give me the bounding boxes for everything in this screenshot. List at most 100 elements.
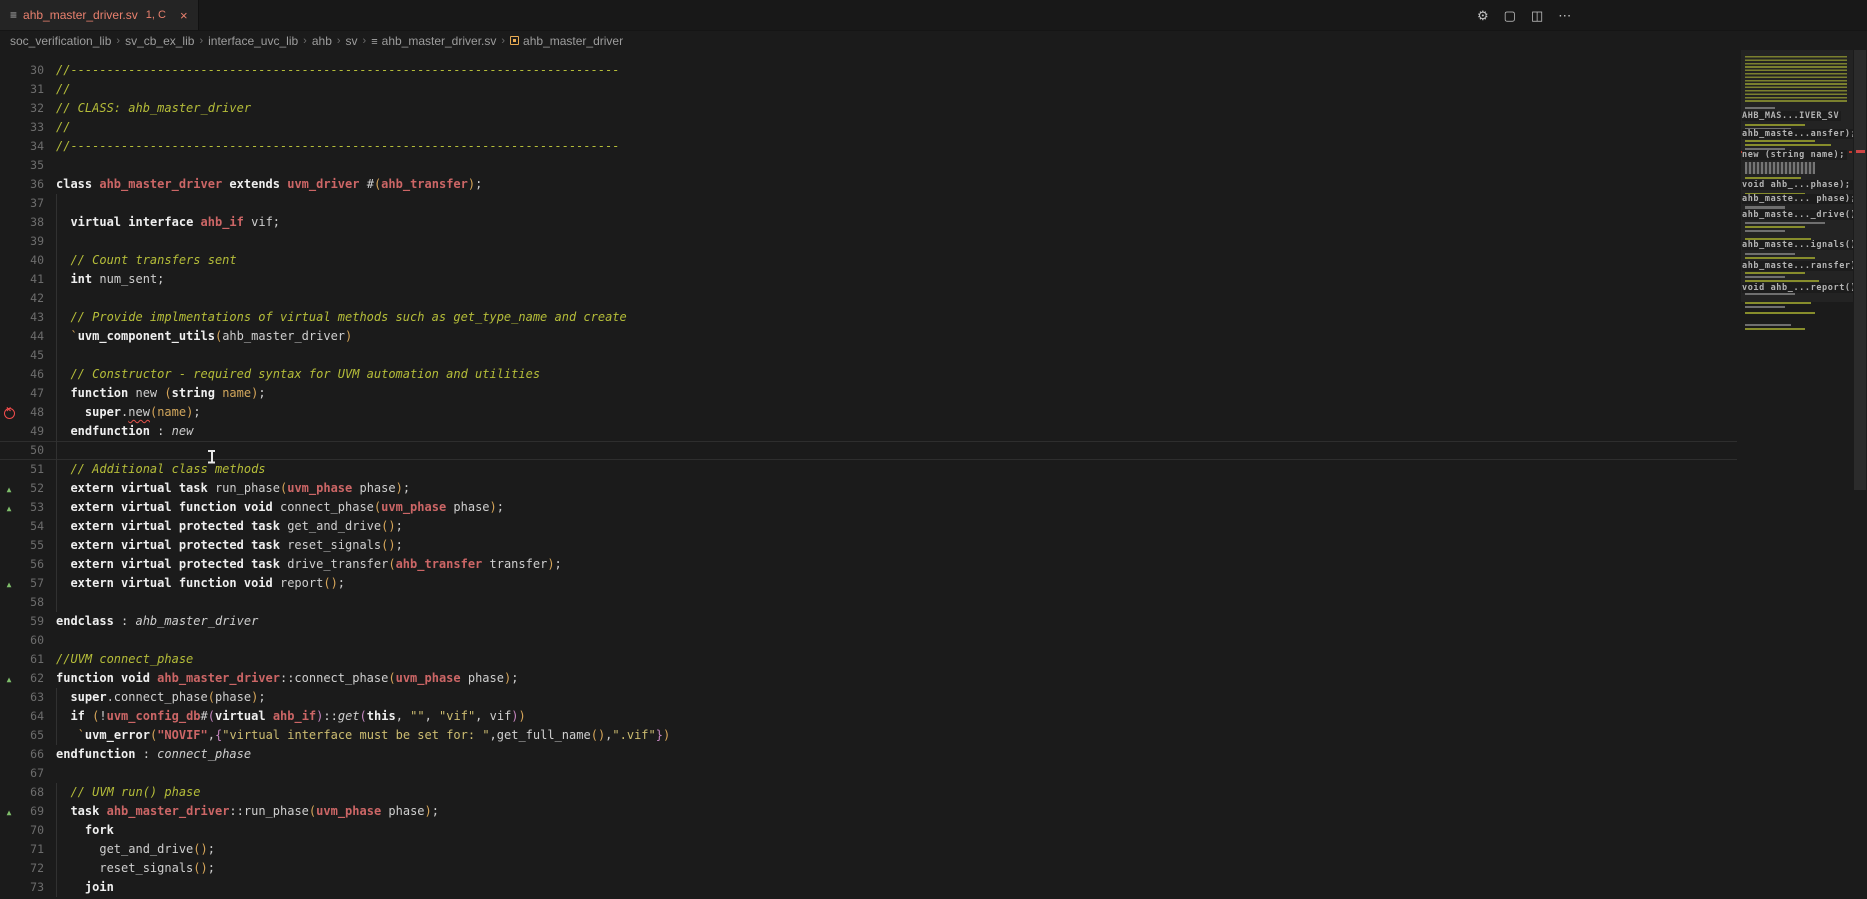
code-line-content[interactable] [56, 441, 1737, 460]
code-line-content[interactable]: extern virtual function void connect_pha… [56, 498, 1737, 517]
line-number[interactable]: 62 [18, 669, 44, 688]
code-line-content[interactable] [56, 593, 1737, 612]
breadcrumb-item-ahb[interactable]: ahb [312, 34, 332, 48]
code-line-content[interactable] [56, 156, 1737, 175]
breadcrumb-item-interface_uvc_lib[interactable]: interface_uvc_lib [208, 34, 298, 48]
code-line-content[interactable]: extern virtual protected task reset_sign… [56, 536, 1737, 555]
line-number[interactable]: 73 [18, 878, 44, 897]
breadcrumb-item-sv_cb_ex_lib[interactable]: sv_cb_ex_lib [125, 34, 194, 48]
line-number[interactable]: 54 [18, 517, 44, 536]
code-line-content[interactable] [56, 346, 1737, 365]
code-line-content[interactable]: function void ahb_master_driver::connect… [56, 669, 1737, 688]
line-number[interactable]: 60 [18, 631, 44, 650]
line-number[interactable]: 63 [18, 688, 44, 707]
line-number[interactable]: 31 [18, 80, 44, 99]
code-line-content[interactable] [56, 194, 1737, 213]
breadcrumb-item-soc_verification_lib[interactable]: soc_verification_lib [10, 34, 111, 48]
line-number[interactable]: 50 [18, 441, 44, 460]
line-number[interactable]: 61 [18, 650, 44, 669]
scrollbar-slider[interactable] [1854, 50, 1866, 490]
code-line-content[interactable]: join [56, 878, 1737, 897]
line-number[interactable]: 44 [18, 327, 44, 346]
code-line-content[interactable]: if (!uvm_config_db#(virtual ahb_if)::get… [56, 707, 1737, 726]
line-number[interactable]: 57 [18, 574, 44, 593]
minimap[interactable]: AHB_MAS...IVER_SVahb_maste...ansfer);new… [1741, 50, 1853, 895]
code-line-content[interactable]: class ahb_master_driver extends uvm_driv… [56, 175, 1737, 194]
line-number[interactable]: 71 [18, 840, 44, 859]
line-number[interactable]: 35 [18, 156, 44, 175]
code-line-content[interactable] [56, 631, 1737, 650]
code-line-content[interactable]: extern virtual protected task get_and_dr… [56, 517, 1737, 536]
code-line-content[interactable]: `uvm_error("NOVIF",{"virtual interface m… [56, 726, 1737, 745]
line-number[interactable]: 64 [18, 707, 44, 726]
line-number[interactable]: 45 [18, 346, 44, 365]
line-number[interactable]: 37 [18, 194, 44, 213]
breadcrumb-item-ahb_master_driver[interactable]: ahb_master_driver [510, 34, 623, 48]
code-line-content[interactable]: //--------------------------------------… [56, 61, 1737, 80]
code-line-content[interactable]: fork [56, 821, 1737, 840]
line-number[interactable]: 52 [18, 479, 44, 498]
code-line-content[interactable]: // UVM run() phase [56, 783, 1737, 802]
code-line-content[interactable]: extern virtual function void report(); [56, 574, 1737, 593]
code-line-content[interactable]: get_and_drive(); [56, 840, 1737, 859]
tab-close-icon[interactable]: × [180, 8, 188, 23]
settings-gear-icon[interactable]: ⚙ [1477, 8, 1489, 24]
code-line-content[interactable]: task ahb_master_driver::run_phase(uvm_ph… [56, 802, 1737, 821]
code-line-content[interactable] [56, 289, 1737, 308]
code-line-content[interactable]: virtual interface ahb_if vif; [56, 213, 1737, 232]
code-line-content[interactable]: extern virtual task run_phase(uvm_phase … [56, 479, 1737, 498]
tab-active[interactable]: ≡ ahb_master_driver.sv 1, C × [0, 0, 199, 30]
line-number[interactable]: 66 [18, 745, 44, 764]
line-number[interactable]: 33 [18, 118, 44, 137]
code-line-content[interactable]: // [56, 118, 1737, 137]
line-number[interactable]: 58 [18, 593, 44, 612]
code-line-content[interactable]: endfunction : connect_phase [56, 745, 1737, 764]
line-number[interactable]: 38 [18, 213, 44, 232]
code-line-content[interactable]: //UVM connect_phase [56, 650, 1737, 669]
code-line-content[interactable]: `uvm_component_utils(ahb_master_driver) [56, 327, 1737, 346]
breadcrumb-item-sv[interactable]: sv [346, 34, 358, 48]
layout-icon[interactable]: ▢ [1504, 8, 1516, 24]
line-number[interactable]: 51 [18, 460, 44, 479]
code-line-content[interactable]: super.connect_phase(phase); [56, 688, 1737, 707]
code-line-content[interactable]: int num_sent; [56, 270, 1737, 289]
line-number[interactable]: 67 [18, 764, 44, 783]
line-number[interactable]: 46 [18, 365, 44, 384]
code-line-content[interactable] [56, 232, 1737, 251]
line-number[interactable]: 36 [18, 175, 44, 194]
code-line-content[interactable]: endclass : ahb_master_driver [56, 612, 1737, 631]
line-number[interactable]: 30 [18, 61, 44, 80]
code-line-content[interactable]: super.new(name); [56, 403, 1737, 422]
line-number[interactable]: 72 [18, 859, 44, 878]
line-number[interactable]: 34 [18, 137, 44, 156]
breadcrumb-item-ahb_master_driver.sv[interactable]: ≡ahb_master_driver.sv [371, 34, 496, 48]
line-number[interactable]: 43 [18, 308, 44, 327]
line-number[interactable]: 42 [18, 289, 44, 308]
line-number[interactable]: 39 [18, 232, 44, 251]
code-line-content[interactable]: // Additional class methods [56, 460, 1737, 479]
line-number[interactable]: 69 [18, 802, 44, 821]
line-number[interactable]: 59 [18, 612, 44, 631]
split-editor-icon[interactable]: ◫ [1531, 8, 1543, 24]
line-number[interactable]: 53 [18, 498, 44, 517]
code-line-content[interactable]: // Count transfers sent [56, 251, 1737, 270]
code-line-content[interactable]: extern virtual protected task drive_tran… [56, 555, 1737, 574]
code-line-content[interactable]: function new (string name); [56, 384, 1737, 403]
line-number[interactable]: 55 [18, 536, 44, 555]
line-number[interactable]: 48 [18, 403, 44, 422]
more-actions-icon[interactable]: ⋯ [1558, 8, 1571, 24]
code-line-content[interactable]: endfunction : new [56, 422, 1737, 441]
line-number[interactable]: 32 [18, 99, 44, 118]
line-number[interactable]: 49 [18, 422, 44, 441]
code-line-content[interactable]: reset_signals(); [56, 859, 1737, 878]
line-number[interactable]: 65 [18, 726, 44, 745]
code-line-content[interactable]: // Provide implmentations of virtual met… [56, 308, 1737, 327]
line-number[interactable]: 40 [18, 251, 44, 270]
line-number[interactable]: 41 [18, 270, 44, 289]
line-number[interactable]: 47 [18, 384, 44, 403]
code-line-content[interactable]: //--------------------------------------… [56, 137, 1737, 156]
line-number[interactable]: 56 [18, 555, 44, 574]
code-line-content[interactable]: // CLASS: ahb_master_driver [56, 99, 1737, 118]
code-line-content[interactable]: // [56, 80, 1737, 99]
code-line-content[interactable] [56, 764, 1737, 783]
